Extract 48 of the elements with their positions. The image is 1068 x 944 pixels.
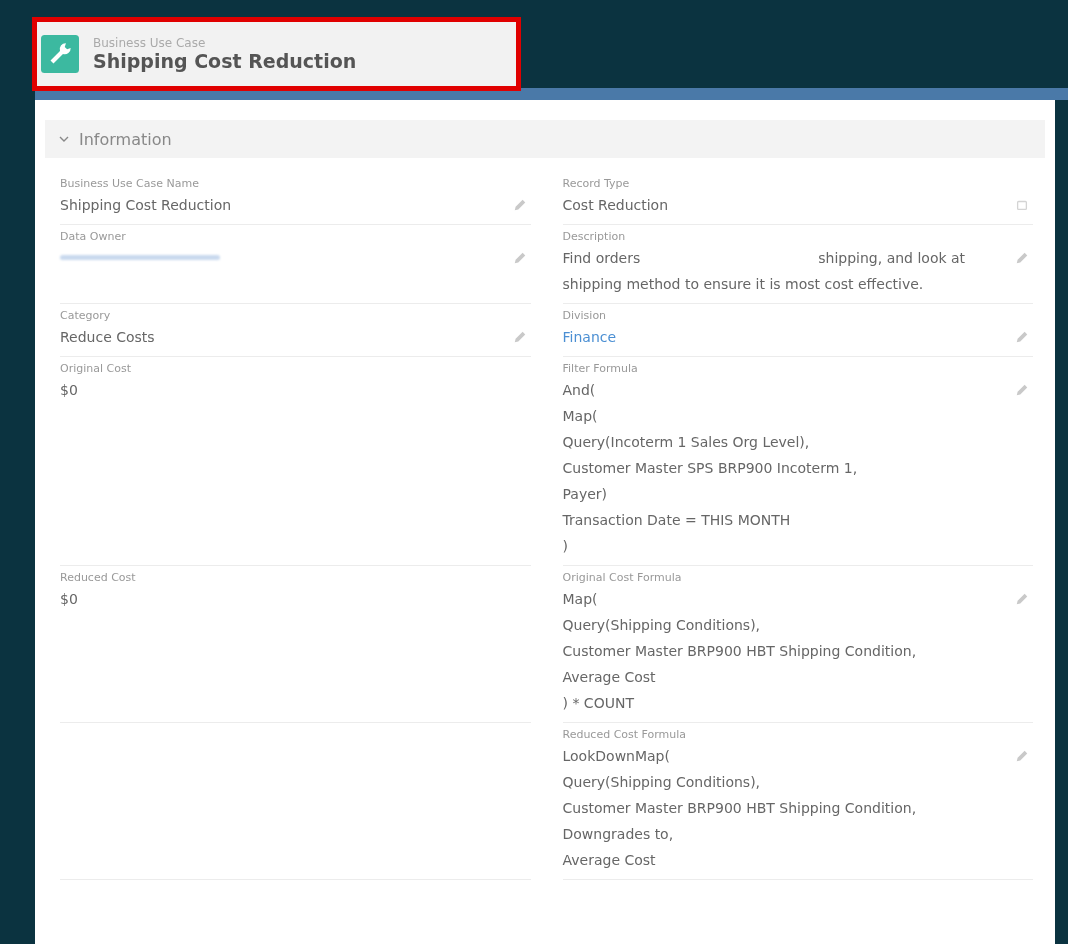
field-label: Record Type <box>562 176 631 192</box>
field-value: Cost Reduction <box>562 196 670 215</box>
field-label: Reduced Cost Formula <box>562 727 688 743</box>
field-value: Find orders shipping, and look at shipping method to ensure it is most cost effective. <box>562 249 967 294</box>
pencil-icon[interactable] <box>1015 383 1029 397</box>
field-value: $0 <box>60 590 79 609</box>
object-type: Business Use Case <box>93 36 207 50</box>
field-value: Query(Shipping Conditions), <box>562 773 762 792</box>
field-label: Category <box>60 308 112 324</box>
field-value: Shipping Cost Reduction <box>60 196 233 215</box>
field-value: Map( <box>562 590 599 609</box>
pencil-icon[interactable] <box>1015 251 1029 265</box>
field-label: Original Cost <box>60 361 132 377</box>
pencil-icon[interactable] <box>512 251 527 265</box>
field-value: Query(Incoterm 1 Sales Org Level), <box>562 433 811 452</box>
pencil-icon[interactable] <box>512 198 527 212</box>
field-label: Original Cost Formula <box>562 570 683 586</box>
chevron-icon <box>59 134 69 144</box>
field-value: ) <box>562 537 569 556</box>
field-value: Query(Shipping Conditions), <box>562 616 762 635</box>
field-value: $0 <box>60 381 79 400</box>
field-value: Customer Master SPS BRP900 Incoterm 1, <box>562 459 859 478</box>
field-value: And( <box>562 381 597 400</box>
field-label: Reduced Cost <box>60 570 137 586</box>
field-value: Transaction Date = THIS MONTH <box>562 511 792 530</box>
field-value: Average Cost <box>562 851 657 870</box>
field-value: ) * COUNT <box>562 694 635 713</box>
field-link[interactable]: Finance <box>562 324 973 350</box>
field-value: Payer) <box>562 485 608 504</box>
field-value: Reduce Costs <box>60 328 156 347</box>
field-label: Business Use Case Name <box>60 176 200 192</box>
record-title: Shipping Cost Reduction <box>93 50 357 72</box>
field-value: Average Cost <box>562 668 657 687</box>
field-value: Downgrades to, <box>562 825 675 844</box>
field-value: Customer Master BRP900 HBT Shipping Condition, <box>562 799 918 818</box>
wrench-icon <box>41 35 79 73</box>
field-value: Customer Master BRP900 HBT Shipping Condition, <box>562 642 918 661</box>
section-header[interactable]: Information <box>45 120 1045 158</box>
field-label: Filter Formula <box>562 361 639 377</box>
field-value: Map( <box>562 407 599 426</box>
field-label: Data Owner <box>60 229 127 245</box>
pencil-icon[interactable] <box>1015 749 1029 763</box>
field-label: Division <box>562 308 608 324</box>
pencil-icon[interactable] <box>512 330 527 344</box>
pencil-icon[interactable] <box>1015 592 1029 606</box>
field-value: LookDownMap( <box>562 747 671 766</box>
pencil-icon[interactable] <box>1015 330 1029 344</box>
field-label: Description <box>562 229 627 245</box>
